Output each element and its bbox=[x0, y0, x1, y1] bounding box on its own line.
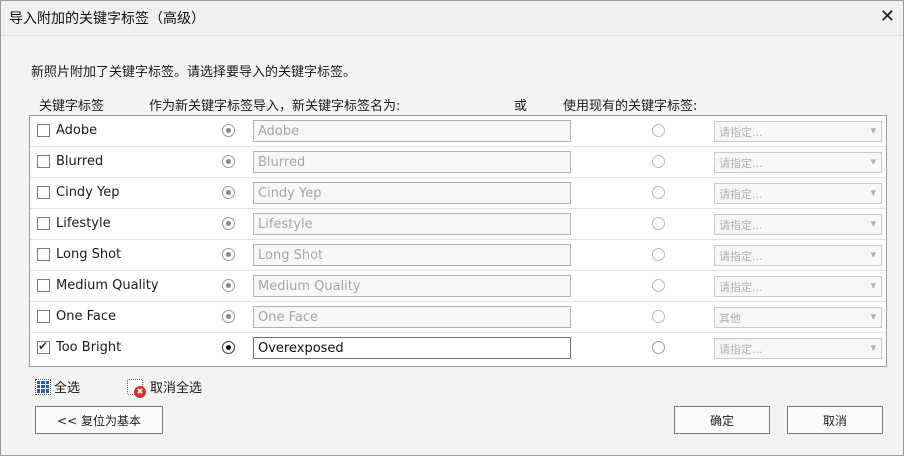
tag-keyword-label: Blurred bbox=[56, 154, 104, 169]
existing-tag-radio[interactable] bbox=[652, 310, 665, 323]
reset-to-basic-button[interactable]: << 复位为基本 bbox=[35, 406, 163, 434]
new-tag-name-input[interactable] bbox=[253, 275, 571, 297]
deselect-all-link[interactable]: 取消全选 bbox=[127, 377, 203, 398]
tag-row: Medium Quality 请指定... bbox=[30, 271, 886, 302]
new-tag-name-input[interactable] bbox=[253, 151, 571, 173]
existing-tag-radio[interactable] bbox=[652, 279, 665, 292]
tag-checkbox[interactable] bbox=[37, 124, 50, 137]
existing-tag-select[interactable]: 请指定... bbox=[714, 338, 882, 359]
existing-tag-select[interactable]: 请指定... bbox=[714, 183, 882, 204]
new-tag-radio[interactable] bbox=[222, 248, 235, 261]
tag-checkbox[interactable] bbox=[37, 155, 50, 168]
new-tag-name-input[interactable] bbox=[253, 244, 571, 266]
header-tag: 关键字标签 bbox=[39, 99, 105, 114]
tag-checkbox[interactable] bbox=[37, 310, 50, 323]
select-all-label: 全选 bbox=[54, 381, 81, 396]
new-tag-radio[interactable] bbox=[222, 217, 235, 230]
new-tag-radio[interactable] bbox=[222, 186, 235, 199]
tag-row: Blurred 请指定... bbox=[30, 147, 886, 178]
new-tag-radio[interactable] bbox=[222, 279, 235, 292]
new-tag-name-input[interactable] bbox=[253, 182, 571, 204]
tag-row: Long Shot 请指定... bbox=[30, 240, 886, 271]
tag-keyword-label: Adobe bbox=[56, 123, 98, 138]
existing-tag-select[interactable]: 请指定... bbox=[714, 245, 882, 266]
existing-tag-radio[interactable] bbox=[652, 186, 665, 199]
existing-tag-select[interactable]: 请指定... bbox=[714, 276, 882, 297]
tag-keyword-label: Medium Quality bbox=[56, 278, 159, 293]
new-tag-radio[interactable] bbox=[222, 310, 235, 323]
close-icon[interactable]: ✕ bbox=[880, 7, 895, 27]
cancel-button[interactable]: 取消 bbox=[787, 406, 883, 434]
tag-row: Too Bright 请指定... bbox=[30, 333, 886, 364]
existing-tag-radio[interactable] bbox=[652, 155, 665, 168]
new-tag-name-input[interactable] bbox=[253, 120, 571, 142]
new-tag-radio[interactable] bbox=[222, 341, 235, 354]
tag-keyword-label: Cindy Yep bbox=[56, 185, 120, 200]
tag-checkbox[interactable] bbox=[37, 279, 50, 292]
tag-row: Lifestyle 请指定... bbox=[30, 209, 886, 240]
title-bar: 导入附加的关键字标签（高级） bbox=[1, 1, 903, 36]
tag-row: One Face 其他 bbox=[30, 302, 886, 333]
tooltip-bubble bbox=[680, 306, 694, 326]
tag-row: Adobe 请指定... bbox=[30, 116, 886, 147]
tag-checkbox[interactable] bbox=[37, 248, 50, 261]
existing-tag-select[interactable]: 请指定... bbox=[714, 152, 882, 173]
tag-row: Cindy Yep 请指定... bbox=[30, 178, 886, 209]
deselect-all-icon bbox=[127, 378, 146, 398]
tag-keyword-label: Too Bright bbox=[56, 340, 122, 355]
deselect-all-label: 取消全选 bbox=[150, 381, 203, 396]
new-tag-name-input[interactable] bbox=[253, 213, 571, 235]
intro-text: 新照片附加了关键字标签。请选择要导入的关键字标签。 bbox=[31, 65, 357, 80]
import-tags-dialog: 导入附加的关键字标签（高级） ✕ 新照片附加了关键字标签。请选择要导入的关键字标… bbox=[0, 0, 904, 456]
header-or: 或 bbox=[514, 99, 528, 114]
existing-tag-select[interactable]: 请指定... bbox=[714, 121, 882, 142]
tag-checkbox[interactable] bbox=[37, 339, 50, 354]
tag-list: Adobe请指定...Blurred请指定...Cindy Yep请指定...L… bbox=[29, 115, 887, 367]
ok-button[interactable]: 确定 bbox=[674, 406, 770, 434]
existing-tag-radio[interactable] bbox=[652, 124, 665, 137]
existing-tag-select[interactable]: 其他 bbox=[714, 307, 882, 328]
new-tag-radio[interactable] bbox=[222, 155, 235, 168]
select-all-icon bbox=[35, 378, 51, 395]
column-headers: 关键字标签 作为新关键字标签导入，新关键字标签名为: 或 使用现有的关键字标签: bbox=[1, 95, 904, 114]
select-all-link[interactable]: 全选 bbox=[35, 377, 80, 396]
existing-tag-radio[interactable] bbox=[652, 217, 665, 230]
tag-checkbox[interactable] bbox=[37, 186, 50, 199]
new-tag-radio[interactable] bbox=[222, 124, 235, 137]
existing-tag-radio[interactable] bbox=[652, 341, 665, 354]
tag-keyword-label: One Face bbox=[56, 309, 116, 324]
header-existing: 使用现有的关键字标签: bbox=[563, 99, 698, 114]
existing-tag-select[interactable]: 请指定... bbox=[714, 214, 882, 235]
dialog-title: 导入附加的关键字标签（高级） bbox=[9, 11, 205, 27]
existing-tag-radio[interactable] bbox=[652, 248, 665, 261]
tag-keyword-label: Lifestyle bbox=[56, 216, 111, 231]
tag-keyword-label: Long Shot bbox=[56, 247, 122, 262]
new-tag-name-input[interactable] bbox=[253, 306, 571, 328]
new-tag-name-input[interactable] bbox=[253, 337, 571, 359]
header-new-tag: 作为新关键字标签导入，新关键字标签名为: bbox=[149, 99, 401, 114]
tag-checkbox[interactable] bbox=[37, 217, 50, 230]
